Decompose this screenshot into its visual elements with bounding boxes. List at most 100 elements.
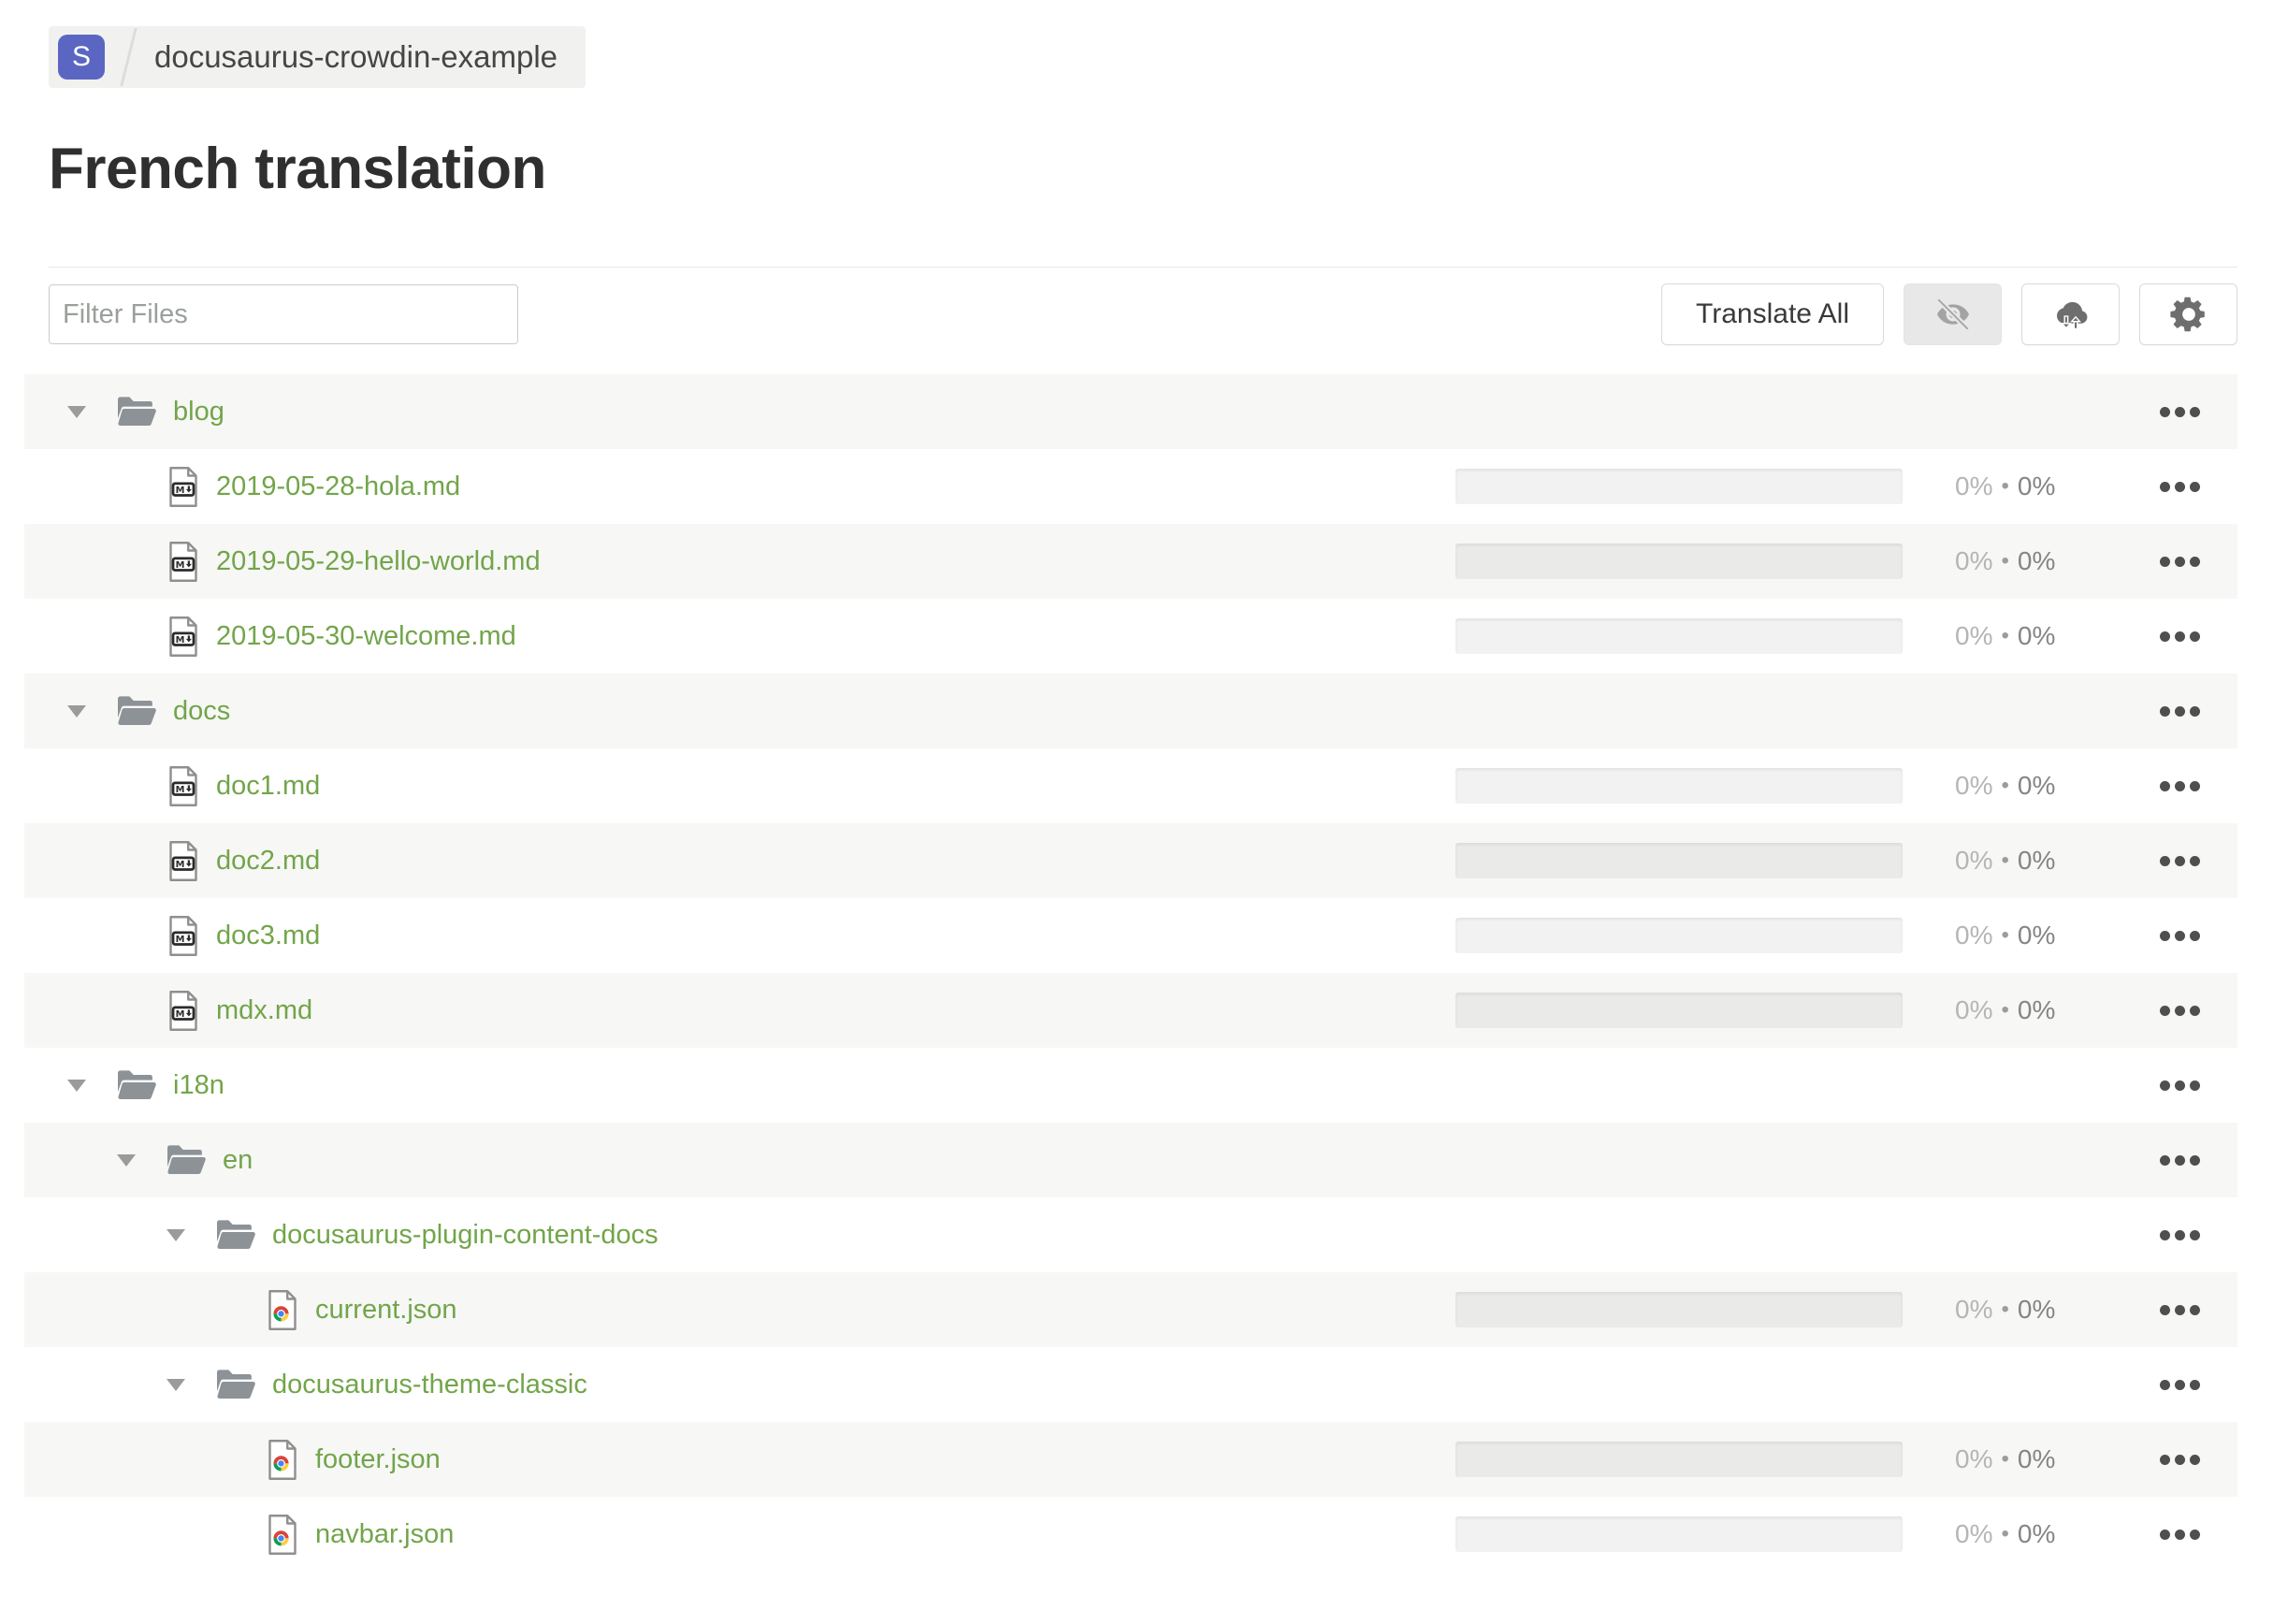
progress-stats: 0% • 0% bbox=[1955, 973, 2055, 1048]
progress-stats: 0% • 0% bbox=[1955, 524, 2055, 599]
tree-row-folder[interactable]: i18n bbox=[24, 1048, 2237, 1123]
file-name-link[interactable]: 2019-05-30-welcome.md bbox=[216, 621, 516, 652]
tree-row-left: en bbox=[24, 1123, 2237, 1197]
caret-down-icon[interactable] bbox=[67, 705, 114, 718]
file-name-link[interactable]: mdx.md bbox=[216, 995, 312, 1026]
folder-name-link[interactable]: docs bbox=[173, 696, 230, 727]
progress-stats: 0% • 0% bbox=[1955, 898, 2055, 973]
ellipsis-icon bbox=[2160, 1154, 2170, 1166]
tree-row-left: M doc1.md bbox=[24, 748, 2237, 823]
progress-stats: 0% • 0% bbox=[1955, 748, 2055, 823]
tree-row-file[interactable]: M doc2.md 0% • 0% bbox=[24, 823, 2237, 898]
progress-bar bbox=[1455, 768, 1903, 804]
row-menu-button[interactable] bbox=[2156, 1422, 2204, 1497]
folder-name-link[interactable]: i18n bbox=[173, 1070, 224, 1101]
caret-down-icon[interactable] bbox=[67, 406, 114, 418]
row-menu-button[interactable] bbox=[2156, 748, 2204, 823]
folder-icon bbox=[164, 1142, 207, 1178]
tree-row-left: M doc2.md bbox=[24, 823, 2237, 898]
breadcrumb[interactable]: S docusaurus-crowdin-example bbox=[49, 26, 586, 88]
ellipsis-icon bbox=[2175, 1379, 2185, 1390]
row-menu-button[interactable] bbox=[2156, 674, 2204, 748]
project-page: S docusaurus-crowdin-example French tran… bbox=[0, 0, 2273, 1572]
ellipsis-icon bbox=[2160, 481, 2170, 492]
stats-separator: • bbox=[2001, 997, 2009, 1022]
row-menu-button[interactable] bbox=[2156, 374, 2204, 449]
file-name-link[interactable]: doc2.md bbox=[216, 846, 320, 877]
row-menu-button[interactable] bbox=[2156, 1347, 2204, 1422]
caret-down-icon[interactable] bbox=[166, 1229, 213, 1241]
row-menu-button[interactable] bbox=[2156, 524, 2204, 599]
progress-stats: 0% • 0% bbox=[1955, 1422, 2055, 1497]
folder-name-link[interactable]: en bbox=[223, 1145, 253, 1176]
tree-row-file[interactable]: M 2019-05-30-welcome.md 0% • 0% bbox=[24, 599, 2237, 674]
eye-off-icon bbox=[1934, 296, 1972, 333]
progress-stats: 0% • 0% bbox=[1955, 449, 2055, 524]
folder-icon bbox=[114, 1067, 157, 1103]
ellipsis-icon bbox=[2175, 930, 2185, 941]
row-menu-button[interactable] bbox=[2156, 1197, 2204, 1272]
folder-name-link[interactable]: docusaurus-theme-classic bbox=[272, 1370, 587, 1400]
tree-row-file[interactable]: M mdx.md 0% • 0% bbox=[24, 973, 2237, 1048]
row-menu-button[interactable] bbox=[2156, 599, 2204, 674]
tree-row-folder[interactable]: docusaurus-plugin-content-docs bbox=[24, 1197, 2237, 1272]
tree-row-file[interactable]: M doc1.md 0% • 0% bbox=[24, 748, 2237, 823]
progress-bar bbox=[1455, 843, 1903, 878]
settings-button[interactable] bbox=[2139, 283, 2237, 345]
tree-row-folder[interactable]: docusaurus-theme-classic bbox=[24, 1347, 2237, 1422]
hide-completed-button[interactable] bbox=[1904, 283, 2002, 345]
caret-down-icon[interactable] bbox=[67, 1080, 114, 1092]
file-name-link[interactable]: 2019-05-29-hello-world.md bbox=[216, 546, 541, 577]
tree-row-folder[interactable]: docs bbox=[24, 674, 2237, 748]
ellipsis-icon bbox=[2190, 705, 2200, 717]
stats-separator: • bbox=[2001, 848, 2009, 873]
ellipsis-icon bbox=[2190, 855, 2200, 866]
tree-row-file[interactable]: M doc3.md 0% • 0% bbox=[24, 898, 2237, 973]
row-menu-button[interactable] bbox=[2156, 449, 2204, 524]
tree-row-file[interactable]: footer.json 0% • 0% bbox=[24, 1422, 2237, 1497]
file-tree: blog M 2019-05-28-hola.md 0% • 0% M 2019… bbox=[24, 374, 2237, 1572]
folder-name-link[interactable]: docusaurus-plugin-content-docs bbox=[272, 1220, 659, 1251]
tree-row-file[interactable]: M 2019-05-28-hola.md 0% • 0% bbox=[24, 449, 2237, 524]
svg-text:M: M bbox=[176, 859, 185, 869]
translated-percent: 0% bbox=[1955, 995, 1993, 1024]
file-name-link[interactable]: footer.json bbox=[315, 1444, 441, 1475]
file-name-link[interactable]: 2019-05-28-hola.md bbox=[216, 471, 460, 502]
tree-row-file[interactable]: M 2019-05-29-hello-world.md 0% • 0% bbox=[24, 524, 2237, 599]
breadcrumb-project-name[interactable]: docusaurus-crowdin-example bbox=[154, 39, 557, 75]
folder-name-link[interactable]: blog bbox=[173, 397, 224, 428]
row-menu-button[interactable] bbox=[2156, 1497, 2204, 1572]
tree-row-folder[interactable]: blog bbox=[24, 374, 2237, 449]
tree-row-left: i18n bbox=[24, 1048, 2237, 1123]
row-menu-button[interactable] bbox=[2156, 1123, 2204, 1197]
ellipsis-icon bbox=[2175, 1454, 2185, 1465]
row-menu-button[interactable] bbox=[2156, 973, 2204, 1048]
caret-down-icon[interactable] bbox=[117, 1154, 164, 1167]
file-name-link[interactable]: navbar.json bbox=[315, 1519, 454, 1550]
tree-row-left: M 2019-05-30-welcome.md bbox=[24, 599, 2237, 674]
filter-files-input[interactable] bbox=[49, 284, 518, 344]
tree-row-left: M mdx.md bbox=[24, 973, 2237, 1048]
ellipsis-icon bbox=[2160, 1229, 2170, 1240]
caret-down-icon[interactable] bbox=[166, 1379, 213, 1391]
translate-all-button[interactable]: Translate All bbox=[1661, 283, 1884, 345]
ellipsis-icon bbox=[2175, 1080, 2185, 1091]
row-menu-button[interactable] bbox=[2156, 898, 2204, 973]
file-name-link[interactable]: current.json bbox=[315, 1295, 457, 1326]
tree-row-file[interactable]: navbar.json 0% • 0% bbox=[24, 1497, 2237, 1572]
project-avatar-badge[interactable]: S bbox=[58, 35, 105, 80]
approved-percent: 0% bbox=[2017, 546, 2056, 575]
row-menu-button[interactable] bbox=[2156, 823, 2204, 898]
row-menu-button[interactable] bbox=[2156, 1048, 2204, 1123]
ellipsis-icon bbox=[2190, 1529, 2200, 1540]
progress-stats: 0% • 0% bbox=[1955, 1272, 2055, 1347]
row-menu-button[interactable] bbox=[2156, 1272, 2204, 1347]
gear-icon bbox=[2169, 295, 2208, 334]
svg-text:M: M bbox=[176, 1008, 185, 1019]
download-upload-button[interactable] bbox=[2021, 283, 2120, 345]
tree-row-folder[interactable]: en bbox=[24, 1123, 2237, 1197]
tree-row-file[interactable]: current.json 0% • 0% bbox=[24, 1272, 2237, 1347]
file-name-link[interactable]: doc3.md bbox=[216, 921, 320, 951]
file-name-link[interactable]: doc1.md bbox=[216, 771, 320, 802]
ellipsis-icon bbox=[2160, 406, 2170, 417]
